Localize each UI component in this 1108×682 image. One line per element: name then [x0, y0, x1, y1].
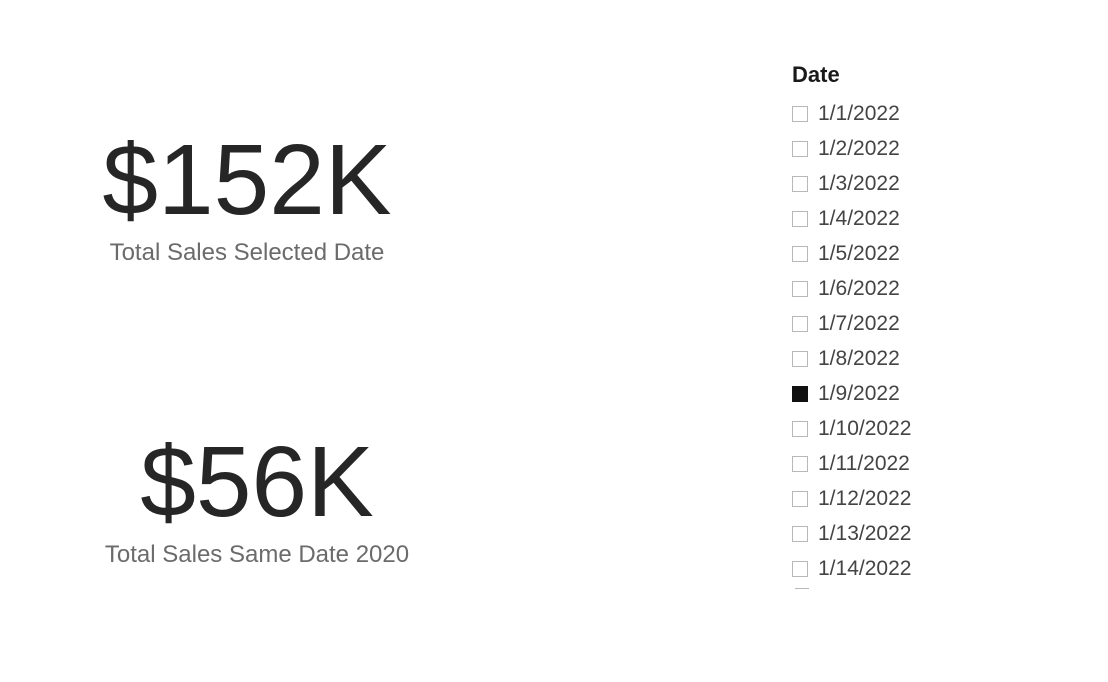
slicer-item-label: 1/2/2022 — [818, 137, 900, 161]
slicer-item-label: 1/6/2022 — [818, 277, 900, 301]
checkbox-icon[interactable] — [792, 421, 808, 437]
slicer-item-label: 1/9/2022 — [818, 382, 900, 406]
checkbox-icon[interactable] — [792, 526, 808, 542]
date-slicer: Date 1/1/2022 1/2/2022 1/3/2022 1/4/2022 1/5… — [792, 62, 1022, 590]
slicer-item[interactable]: 1/6/2022 — [792, 271, 1022, 306]
checkbox-icon[interactable] — [792, 106, 808, 122]
kpi-label-selected-date: Total Sales Selected Date — [62, 239, 432, 267]
checkbox-icon[interactable] — [792, 456, 808, 472]
slicer-item[interactable]: 1/5/2022 — [792, 236, 1022, 271]
slicer-item[interactable]: 1/9/2022 — [792, 376, 1022, 411]
kpi-label-same-date-2020: Total Sales Same Date 2020 — [62, 541, 452, 569]
slicer-item[interactable]: 1/2/2022 — [792, 131, 1022, 166]
slicer-item-label: 1/1/2022 — [818, 102, 900, 126]
kpi-value-selected-date: $152K — [62, 128, 432, 233]
slicer-item-label: 1/13/2022 — [818, 522, 911, 546]
checkbox-icon[interactable] — [792, 281, 808, 297]
checkbox-icon[interactable] — [792, 491, 808, 507]
slicer-item-label: 1/10/2022 — [818, 417, 911, 441]
slicer-item-label: 1/4/2022 — [818, 207, 900, 231]
slicer-item-label: 1/11/2022 — [818, 452, 910, 476]
kpi-card-selected-date: $152K Total Sales Selected Date — [62, 128, 432, 267]
checkbox-icon[interactable] — [792, 316, 808, 332]
slicer-scroll-hint — [795, 588, 809, 590]
checkbox-icon[interactable] — [792, 176, 808, 192]
slicer-item[interactable]: 1/14/2022 — [792, 551, 1022, 586]
slicer-item-label: 1/5/2022 — [818, 242, 900, 266]
checkbox-icon[interactable] — [792, 211, 808, 227]
slicer-title: Date — [792, 62, 1022, 88]
slicer-item[interactable]: 1/10/2022 — [792, 411, 1022, 446]
slicer-list: 1/1/2022 1/2/2022 1/3/2022 1/4/2022 1/5/2022… — [792, 96, 1022, 586]
slicer-item-label: 1/7/2022 — [818, 312, 900, 336]
checkbox-icon[interactable] — [792, 386, 808, 402]
slicer-item[interactable]: 1/3/2022 — [792, 166, 1022, 201]
slicer-item[interactable]: 1/8/2022 — [792, 341, 1022, 376]
checkbox-icon[interactable] — [792, 141, 808, 157]
slicer-item-label: 1/8/2022 — [818, 347, 900, 371]
slicer-item[interactable]: 1/12/2022 — [792, 481, 1022, 516]
slicer-item-label: 1/12/2022 — [818, 487, 911, 511]
slicer-item-label: 1/14/2022 — [818, 557, 911, 581]
slicer-item[interactable]: 1/13/2022 — [792, 516, 1022, 551]
slicer-item[interactable]: 1/7/2022 — [792, 306, 1022, 341]
slicer-item[interactable]: 1/1/2022 — [792, 96, 1022, 131]
checkbox-icon[interactable] — [792, 351, 808, 367]
slicer-item[interactable]: 1/4/2022 — [792, 201, 1022, 236]
checkbox-icon[interactable] — [792, 246, 808, 262]
slicer-item-label: 1/3/2022 — [818, 172, 900, 196]
kpi-value-same-date-2020: $56K — [62, 430, 452, 535]
checkbox-icon[interactable] — [792, 561, 808, 577]
report-canvas: $152K Total Sales Selected Date $56K Tot… — [0, 0, 1108, 682]
kpi-card-same-date-2020: $56K Total Sales Same Date 2020 — [62, 430, 452, 569]
slicer-item[interactable]: 1/11/2022 — [792, 446, 1022, 481]
